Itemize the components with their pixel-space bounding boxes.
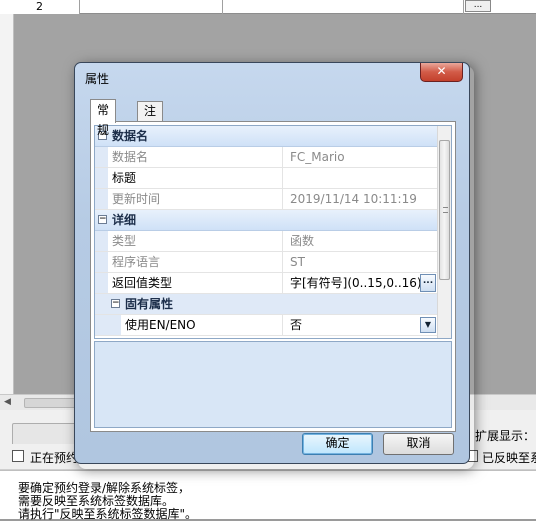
row-number: 2 [0,0,80,14]
left-strip [0,14,14,394]
message-area: 要确定预约登录/解除系统标签， 需要反映至系统标签数据库。 请执行"反映至系统标… [0,470,536,521]
reserving-label: 正在预约 [30,451,79,465]
property-value: ST [290,255,305,269]
property-name: 类型 [95,231,283,251]
properties-dialog: 属性 ✕ 常规 注释 − 数据名 数据名 FC_Mario 标题 [74,62,470,464]
chevron-down-icon[interactable]: ▼ [420,317,436,333]
message-line: 请执行"反映至系统标签数据库"。 [18,507,198,521]
category-details[interactable]: − 详细 [95,210,437,231]
property-value: FC_Mario [290,150,345,164]
property-row[interactable]: 标题 [95,168,437,189]
category-label: 固有属性 [125,297,174,311]
tab-general[interactable]: 常规 [90,99,117,137]
background-table-row: 2 ... [0,0,536,14]
collapse-icon[interactable]: − [111,299,120,308]
category-data-name[interactable]: − 数据名 [95,126,437,147]
category-label: 数据名 [112,129,149,143]
general-tab-panel: − 数据名 数据名 FC_Mario 标题 更新时间 2019/11/14 10… [90,121,456,432]
collapse-icon[interactable]: − [98,215,107,224]
column-divider [222,0,223,14]
cancel-button[interactable]: 取消 [383,433,454,455]
property-name: 返回值类型 [95,273,283,293]
return-type-ellipsis-button[interactable]: ... [420,274,436,292]
scroll-left-arrow-icon[interactable]: ◀ [4,397,11,407]
reflected-label: 已反映至系 [482,451,536,465]
property-value: 2019/11/14 10:11:19 [290,192,417,206]
reserving-checkbox[interactable] [12,450,24,462]
dialog-title: 属性 [85,72,110,86]
return-type-value[interactable]: 字[有符号](0..15,0..16) [284,273,437,293]
property-name: 程序语言 [95,252,283,272]
category-label: 详细 [112,213,137,227]
property-name: 更新时间 [95,189,283,209]
property-row[interactable]: 使用EN/ENO 否 ▼ [95,315,437,336]
property-name: 使用EN/ENO [95,315,283,335]
property-row[interactable]: 数据名 FC_Mario [95,147,437,168]
en-eno-select[interactable]: 否 [284,315,437,335]
row-ellipsis-button[interactable]: ... [465,0,491,12]
property-grid: − 数据名 数据名 FC_Mario 标题 更新时间 2019/11/14 10… [94,125,452,339]
close-icon[interactable]: ✕ [420,63,463,82]
caption-input[interactable] [284,168,437,188]
category-inherent-properties[interactable]: − 固有属性 [95,294,437,315]
column-divider [463,0,464,14]
property-row[interactable]: 返回值类型 字[有符号](0..15,0..16) ... [95,273,437,294]
grip-icon [443,207,448,213]
property-name: 标题 [95,168,283,188]
ok-button[interactable]: 确定 [302,433,373,455]
property-name: 数据名 [95,147,283,167]
grid-vertical-scrollbar[interactable] [437,126,451,338]
property-row[interactable]: 类型 函数 [95,231,437,252]
grid-scroll-thumb[interactable] [439,140,450,280]
tab-comment[interactable]: 注释 [137,101,164,136]
property-row[interactable]: 更新时间 2019/11/14 10:11:19 [95,189,437,210]
property-value: 函数 [290,234,315,248]
property-row[interactable]: 程序语言 ST [95,252,437,273]
expand-display-label: 扩展显示： [475,429,536,443]
description-pane [94,341,452,428]
